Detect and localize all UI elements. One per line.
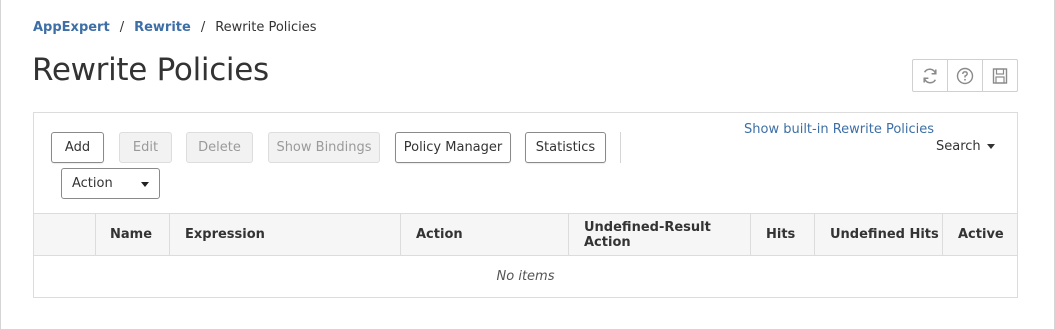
add-button[interactable]: Add [51, 132, 104, 163]
breadcrumb-current: Rewrite Policies [215, 20, 317, 35]
action-select[interactable]: Action [61, 168, 160, 199]
column-header-action[interactable]: Action [400, 214, 568, 255]
title-toolbar [912, 59, 1018, 92]
show-builtin-policies-link[interactable]: Show built-in Rewrite Policies [744, 122, 934, 137]
column-header-undefined-result-action[interactable]: Undefined-Result Action [568, 214, 750, 255]
help-icon [956, 67, 974, 84]
column-header-active[interactable]: Active [942, 214, 1017, 255]
breadcrumb-appexpert-link[interactable]: AppExpert [33, 20, 110, 35]
search-label: Search [936, 139, 981, 154]
delete-button[interactable]: Delete [186, 132, 253, 163]
column-header-name[interactable]: Name [95, 214, 169, 255]
table-header: Name Expression Action Undefined-Result … [34, 213, 1017, 256]
column-header-undefined-hits[interactable]: Undefined Hits [814, 214, 942, 255]
table-empty-message: No items [496, 269, 555, 284]
show-bindings-button[interactable]: Show Bindings [268, 132, 380, 163]
breadcrumb-rewrite-link[interactable]: Rewrite [134, 20, 191, 35]
column-header-expression[interactable]: Expression [169, 214, 400, 255]
save-button[interactable] [983, 60, 1017, 91]
breadcrumb: AppExpert / Rewrite / Rewrite Policies [33, 20, 317, 35]
search-dropdown[interactable]: Search [936, 139, 995, 154]
refresh-button[interactable] [913, 60, 948, 91]
column-header-hits[interactable]: Hits [750, 214, 814, 255]
chevron-down-icon [986, 144, 995, 149]
chevron-down-icon [141, 182, 149, 187]
policy-manager-button[interactable]: Policy Manager [395, 132, 511, 163]
edit-button[interactable]: Edit [119, 132, 172, 163]
refresh-icon [923, 68, 937, 83]
breadcrumb-separator: / [200, 20, 206, 35]
toolbar-divider [620, 132, 621, 163]
statistics-button[interactable]: Statistics [525, 132, 606, 163]
select-all-column[interactable] [34, 214, 95, 255]
action-select-value: Action [72, 176, 113, 191]
help-button[interactable] [948, 60, 983, 91]
save-icon [992, 67, 1008, 84]
page-title: Rewrite Policies [32, 52, 269, 88]
policies-panel: Add Edit Delete Show Bindings Policy Man… [33, 112, 1018, 298]
breadcrumb-separator: / [119, 20, 125, 35]
